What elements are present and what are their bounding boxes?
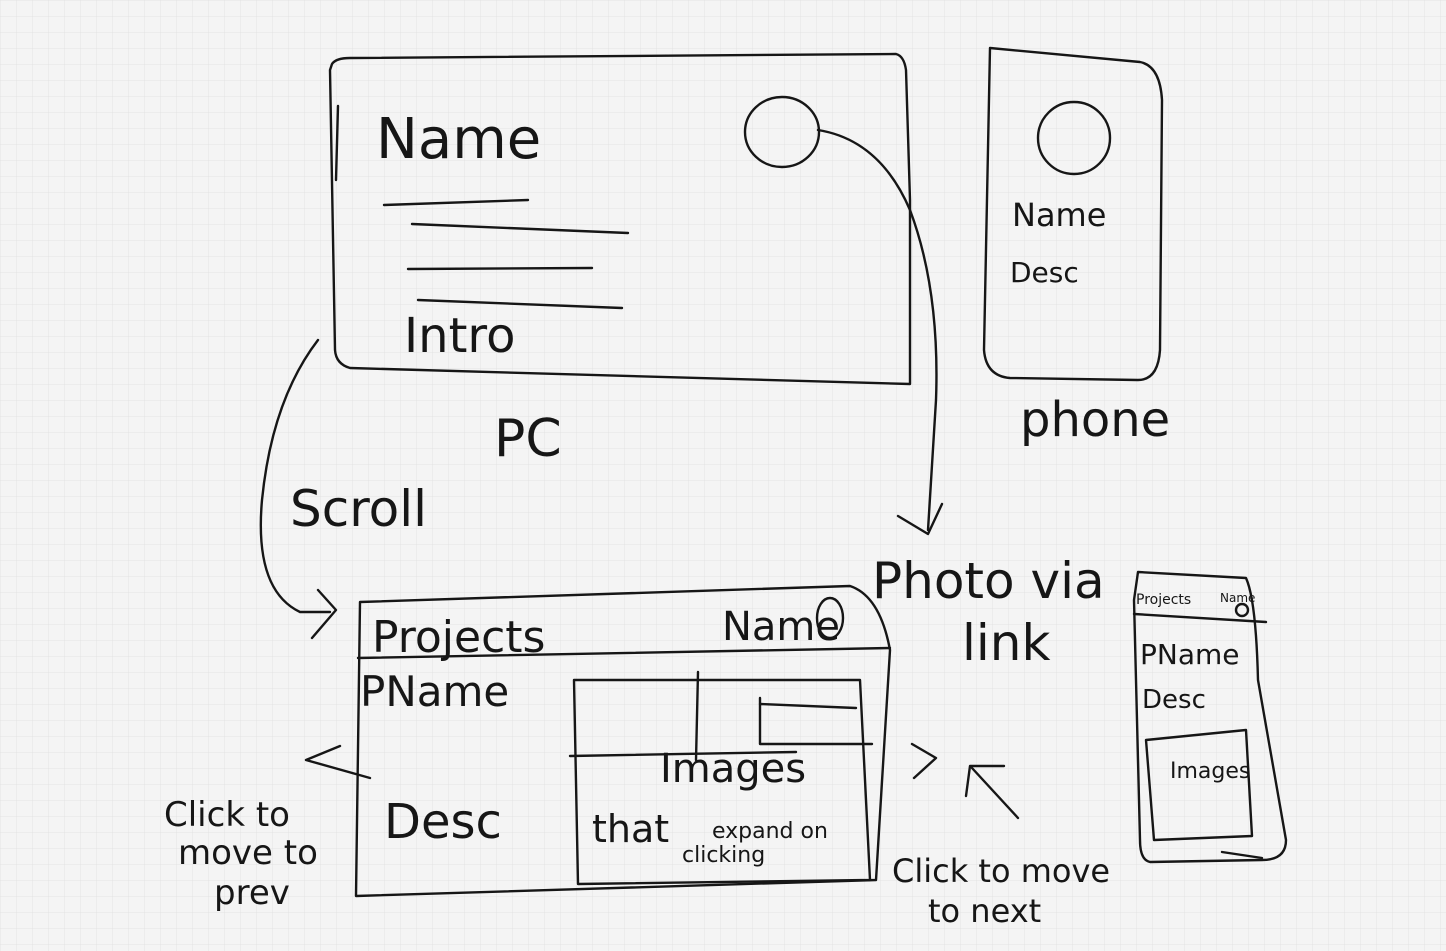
projects-desc[interactable]: Desc	[384, 794, 502, 850]
images-note-that: that	[592, 807, 669, 851]
phone-projects-header-name: Name	[1220, 591, 1255, 605]
phone-caption: phone	[1020, 392, 1170, 448]
pc-text-line-3	[406, 266, 594, 271]
click-prev-line-2: move to	[178, 833, 318, 873]
photo-via-label: Photo via	[872, 552, 1105, 610]
click-next-line-1: Click to move	[892, 852, 1110, 890]
pc-name-label: Name	[376, 107, 541, 172]
phone-projects-images-label: Images	[1170, 759, 1250, 784]
phone-projects-pname: PName	[1140, 638, 1240, 671]
phone-desc-label: Desc	[1010, 256, 1079, 289]
click-prev-line-1: Click to	[164, 795, 290, 835]
pc-caption: PC	[494, 409, 562, 469]
phone-projects-desc: Desc	[1142, 685, 1206, 715]
phone-projects-header-title: Projects	[1136, 592, 1191, 608]
images-note-clicking: clicking	[682, 843, 765, 868]
images-label: Images	[660, 746, 806, 792]
scroll-label: Scroll	[290, 480, 427, 538]
phone-name-label: Name	[1012, 196, 1106, 234]
click-prev-line-3: prev	[214, 873, 290, 913]
projects-header-name: Name	[722, 604, 840, 650]
pc-intro-label: Intro	[404, 308, 515, 364]
projects-header-title: Projects	[372, 612, 545, 663]
projects-pname: PName	[360, 667, 509, 716]
click-next-line-2: to next	[928, 892, 1041, 930]
link-label: link	[962, 614, 1050, 672]
wireframe-sketch: Name Intro PC Name Desc phone Scroll Pho…	[0, 0, 1446, 951]
images-note-expand: expand on	[712, 819, 828, 844]
